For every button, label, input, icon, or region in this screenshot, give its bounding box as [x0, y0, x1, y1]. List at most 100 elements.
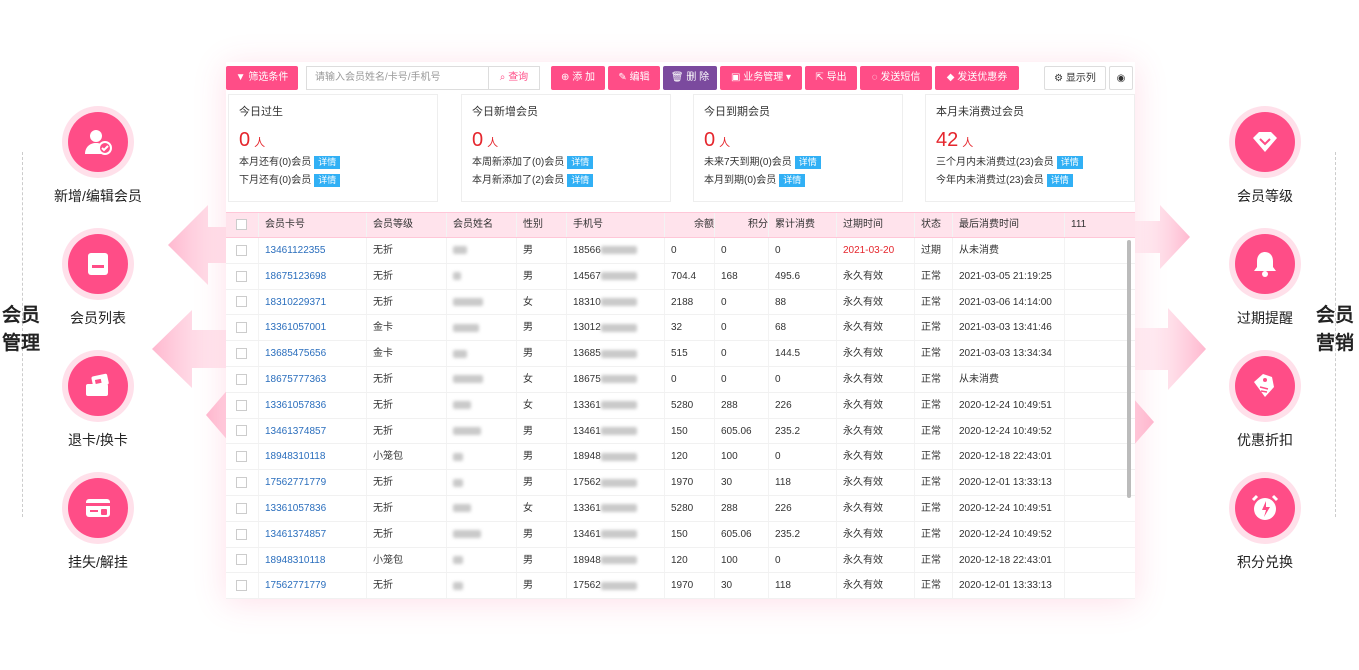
expire-time: 永久有效 — [836, 418, 914, 444]
row-checkbox[interactable] — [226, 238, 258, 263]
card-number-link[interactable]: 13361057001 — [258, 315, 366, 341]
table-row[interactable]: 18675777363 无折 女 18675 0 0 0 永久有效 正常 从未消… — [226, 366, 1135, 393]
column-header[interactable]: 状态 — [914, 213, 952, 237]
column-header[interactable]: 111 — [1064, 213, 1124, 237]
detail-tag[interactable]: 详情 — [794, 156, 821, 169]
row-checkbox[interactable] — [226, 367, 258, 392]
table-row[interactable]: 17562771779 无折 男 17562 1970 30 118 永久有效 … — [226, 573, 1135, 600]
edit-button[interactable]: ✎ 编辑 — [608, 66, 660, 90]
row-checkbox[interactable] — [226, 419, 258, 444]
detail-tag[interactable]: 详情 — [567, 156, 594, 169]
feature-report-loss[interactable]: 挂失/解挂 — [38, 478, 158, 572]
feature-member-level[interactable]: 会员等级 — [1205, 112, 1325, 206]
table-row[interactable]: 18310229371 无折 女 18310 2188 0 88 永久有效 正常… — [226, 289, 1135, 316]
stat-line: 本月还有(0)会员 详情 — [239, 156, 427, 170]
row-checkbox[interactable] — [226, 341, 258, 366]
expire-time: 永久有效 — [836, 366, 914, 392]
column-header[interactable]: 会员等级 — [366, 213, 446, 237]
row-checkbox[interactable] — [226, 573, 258, 598]
table-row[interactable]: 17562771779 无折 男 17562 1970 30 118 永久有效 … — [226, 470, 1135, 496]
table-row[interactable]: 18948310118 小笼包 男 18948 120 100 0 永久有效 正… — [226, 547, 1135, 574]
table-row[interactable]: 13461122355 无折 男 18566 0 0 0 2021-03-20 … — [226, 238, 1135, 264]
feature-member-list[interactable]: 会员列表 — [38, 234, 158, 328]
export-button[interactable]: ⇱ 导出 — [805, 66, 857, 90]
member-name — [446, 418, 516, 444]
table-row[interactable]: 18948310118 小笼包 男 18948 120 100 0 永久有效 正… — [226, 444, 1135, 471]
select-all-checkbox[interactable] — [226, 213, 258, 237]
row-checkbox[interactable] — [226, 393, 258, 418]
last-consume-time: 2020-12-24 10:49:51 — [952, 392, 1064, 418]
column-header[interactable]: 会员卡号 — [258, 213, 366, 237]
card-number-link[interactable]: 18310229371 — [258, 289, 366, 315]
points: 0 — [714, 366, 768, 392]
search-button[interactable]: ⌕ 查询 — [488, 66, 540, 90]
card-number-link[interactable]: 13685475656 — [258, 341, 366, 366]
column-header[interactable]: 最后消费时间 — [952, 213, 1064, 237]
balance: 150 — [664, 521, 714, 547]
row-checkbox[interactable] — [226, 290, 258, 315]
table-scrollbar[interactable] — [1127, 240, 1131, 498]
extra-column — [1064, 573, 1124, 599]
send-coupon-button[interactable]: ◆ 发送优惠券 — [935, 66, 1019, 90]
status: 正常 — [914, 418, 952, 444]
total-spend: 235.2 — [768, 521, 836, 547]
feature-add-edit-member[interactable]: 新增/编辑会员 — [38, 112, 158, 206]
business-dropdown[interactable]: ▣ 业务管理 ▾ — [720, 66, 802, 90]
card-number-link[interactable]: 17562771779 — [258, 470, 366, 495]
phone: 13361 — [566, 495, 664, 521]
detail-tag[interactable]: 详情 — [779, 174, 806, 187]
card-number-link[interactable]: 13361057836 — [258, 392, 366, 418]
phone: 18566 — [566, 238, 664, 263]
card-number-link[interactable]: 18675123698 — [258, 263, 366, 289]
detail-tag[interactable]: 详情 — [1056, 156, 1083, 169]
table-row[interactable]: 13461374857 无折 男 13461 150 605.06 235.2 … — [226, 521, 1135, 548]
column-header[interactable]: 手机号 — [566, 213, 664, 237]
column-header[interactable]: 积分 — [714, 213, 768, 237]
row-checkbox[interactable] — [226, 548, 258, 573]
table-row[interactable]: 13361057001 金卡 男 13012 32 0 68 永久有效 正常 2… — [226, 315, 1135, 342]
card-number-link[interactable]: 17562771779 — [258, 573, 366, 599]
row-checkbox[interactable] — [226, 315, 258, 340]
table-row[interactable]: 13685475656 金卡 男 13685 515 0 144.5 永久有效 … — [226, 341, 1135, 367]
feature-expiry-reminder[interactable]: 过期提醒 — [1205, 234, 1325, 328]
feature-return-swap-card[interactable]: 退卡/换卡 — [38, 356, 158, 450]
row-checkbox[interactable] — [226, 522, 258, 547]
feature-points-exchange[interactable]: 积分兑换 — [1205, 478, 1325, 572]
table-row[interactable]: 18675123698 无折 男 14567 704.4 168 495.6 永… — [226, 263, 1135, 290]
row-checkbox[interactable] — [226, 496, 258, 521]
card-number-link[interactable]: 18948310118 — [258, 444, 366, 470]
column-header[interactable]: 性别 — [516, 213, 566, 237]
card-number-link[interactable]: 13461374857 — [258, 418, 366, 444]
detail-tag[interactable]: 详情 — [314, 174, 341, 187]
column-header[interactable]: 余额 — [664, 213, 714, 237]
detail-tag[interactable]: 详情 — [567, 174, 594, 187]
table-row[interactable]: 13461374857 无折 男 13461 150 605.06 235.2 … — [226, 418, 1135, 445]
card-number-link[interactable]: 13461122355 — [258, 238, 366, 263]
column-header[interactable]: 会员姓名 — [446, 213, 516, 237]
search-input[interactable]: 请输入会员姓名/卡号/手机号 — [306, 66, 488, 90]
member-level: 无折 — [366, 289, 446, 315]
row-checkbox[interactable] — [226, 444, 258, 469]
column-header[interactable]: 累计消费 — [768, 213, 836, 237]
extra-column — [1064, 392, 1124, 418]
card-number-link[interactable]: 18948310118 — [258, 547, 366, 573]
card-number-link[interactable]: 13461374857 — [258, 521, 366, 547]
table-row[interactable]: 13361057836 无折 女 13361 5280 288 226 永久有效… — [226, 392, 1135, 419]
detail-tag[interactable]: 详情 — [1046, 174, 1073, 187]
send-sms-button[interactable]: ◌ 发送短信 — [860, 66, 932, 90]
table-row[interactable]: 13361057836 无折 女 13361 5280 288 226 永久有效… — [226, 495, 1135, 522]
delete-button[interactable]: 🗑 删 除 — [663, 66, 717, 90]
total-spend: 0 — [768, 366, 836, 392]
column-header[interactable]: 过期时间 — [836, 213, 914, 237]
detail-tag[interactable]: 详情 — [314, 156, 341, 169]
filter-button[interactable]: ▼ 筛选条件 — [226, 66, 298, 90]
card-number-link[interactable]: 13361057836 — [258, 495, 366, 521]
status: 正常 — [914, 470, 952, 495]
row-checkbox[interactable] — [226, 470, 258, 495]
show-columns-button[interactable]: ⚙ 显示列 — [1044, 66, 1106, 90]
row-checkbox[interactable] — [226, 264, 258, 289]
eye-toggle-button[interactable]: ◉ — [1109, 66, 1133, 90]
card-number-link[interactable]: 18675777363 — [258, 366, 366, 392]
add-button[interactable]: ⊕ 添 加 — [551, 66, 605, 90]
feature-discount[interactable]: 优惠折扣 — [1205, 356, 1325, 450]
